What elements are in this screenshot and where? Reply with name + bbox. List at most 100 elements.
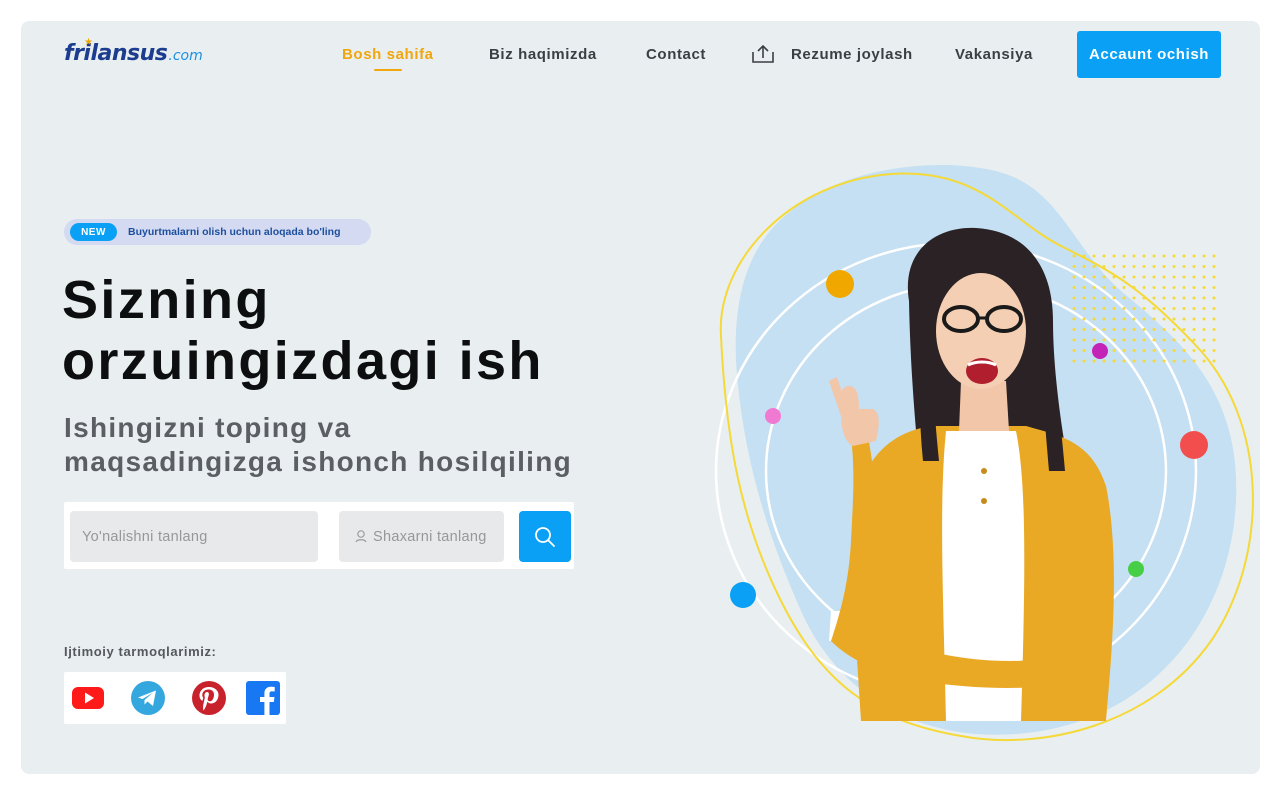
direction-select-input[interactable] (70, 511, 318, 562)
grid-dot (1152, 254, 1156, 258)
grid-dot (1112, 296, 1116, 300)
city-select-field[interactable] (339, 511, 504, 562)
grid-dot (1192, 317, 1196, 321)
main-nav: Bosh sahifa Biz haqimizda Contact Rezume… (21, 44, 1260, 71)
grid-dot (1102, 338, 1106, 342)
grid-dot (1122, 328, 1126, 331)
announcement-badge[interactable]: NEW Buyurtmalarni olish uchun aloqada bo… (64, 219, 371, 245)
grid-dot (1082, 307, 1086, 310)
grid-dot (1212, 359, 1216, 363)
grid-dot (1082, 286, 1086, 289)
nav-active-underline (374, 69, 402, 71)
grid-dot (1202, 275, 1206, 279)
hero-subheadline: Ishingizni toping va maqsadingizga ishon… (64, 411, 624, 479)
grid-dot (1112, 317, 1116, 321)
grid-dot (1102, 359, 1106, 363)
grid-dot (1202, 307, 1206, 310)
grid-dot (1202, 349, 1206, 352)
dot-orange (826, 270, 854, 298)
grid-dot (1082, 338, 1086, 342)
grid-dot (1112, 307, 1116, 310)
grid-dot (1162, 359, 1166, 363)
grid-dot (1102, 328, 1106, 331)
grid-dot (1172, 349, 1176, 352)
grid-dot (1132, 307, 1136, 310)
grid-dot (1152, 338, 1156, 342)
grid-dot (1112, 265, 1116, 268)
grid-dot (1112, 275, 1116, 279)
grid-dot (1182, 275, 1186, 279)
grid-dot (1102, 275, 1106, 279)
grid-dot (1162, 307, 1166, 310)
grid-dot (1172, 286, 1176, 289)
dot-blue (730, 582, 756, 608)
grid-dot (1182, 359, 1186, 363)
grid-dot (1092, 338, 1096, 342)
grid-dot (1132, 359, 1136, 363)
grid-dot (1122, 275, 1126, 279)
facebook-icon[interactable] (245, 680, 281, 716)
telegram-icon[interactable] (130, 680, 166, 716)
grid-dot (1202, 286, 1206, 289)
grid-dot (1212, 265, 1216, 268)
grid-dot (1182, 307, 1186, 310)
grid-dot (1132, 338, 1136, 342)
grid-dot (1162, 254, 1166, 258)
nav-item-resume[interactable]: Rezume joylash (791, 46, 913, 63)
dot-magenta (1092, 343, 1108, 359)
pinterest-icon[interactable] (191, 680, 227, 716)
grid-dot (1212, 275, 1216, 279)
grid-dot (1112, 349, 1116, 352)
headline-line-2: orzuingizdagi ish (62, 331, 544, 391)
grid-dot (1162, 349, 1166, 352)
grid-dot (1142, 286, 1146, 289)
grid-dot (1122, 286, 1126, 289)
grid-dot (1142, 265, 1146, 268)
create-account-button[interactable]: Accaunt ochish (1077, 31, 1221, 78)
grid-dot (1152, 317, 1156, 321)
grid-dot (1212, 328, 1216, 331)
grid-dot (1092, 275, 1096, 279)
grid-dot (1202, 317, 1206, 321)
grid-dot (1092, 254, 1096, 258)
grid-dot (1072, 275, 1076, 279)
grid-dot (1072, 254, 1076, 258)
grid-dot (1072, 349, 1076, 352)
grid-dot (1072, 359, 1076, 363)
grid-dot (1182, 328, 1186, 331)
grid-dot (1162, 338, 1166, 342)
nav-item-vacancy[interactable]: Vakansiya (955, 46, 1033, 63)
grid-dot (1092, 317, 1096, 321)
grid-dot (1212, 307, 1216, 310)
nav-item-home[interactable]: Bosh sahifa (342, 46, 434, 63)
grid-dot (1152, 275, 1156, 279)
city-select-input[interactable] (361, 511, 504, 562)
grid-dot (1182, 286, 1186, 289)
grid-dot (1142, 349, 1146, 352)
grid-dot (1092, 296, 1096, 300)
grid-dot (1142, 359, 1146, 363)
grid-dot (1082, 349, 1086, 352)
youtube-icon[interactable] (70, 680, 106, 716)
grid-dot (1122, 307, 1126, 310)
grid-dot (1072, 328, 1076, 331)
grid-dot (1102, 296, 1106, 300)
grid-dot (1182, 254, 1186, 258)
grid-dot (1202, 338, 1206, 342)
social-label: Ijtimoiy tarmoqlarimiz: (64, 644, 217, 659)
search-button[interactable] (519, 511, 571, 562)
grid-dot (1112, 254, 1116, 258)
dot-pink (765, 408, 781, 424)
grid-dot (1122, 349, 1126, 352)
grid-dot (1162, 317, 1166, 321)
grid-dot (1072, 338, 1076, 342)
grid-dot (1122, 265, 1126, 268)
hero-headline: Sizning orzuingizdagi ish (62, 270, 622, 392)
nav-item-about[interactable]: Biz haqimizda (489, 46, 597, 63)
grid-dot (1172, 328, 1176, 331)
grid-dot (1172, 307, 1176, 310)
grid-dot (1112, 338, 1116, 342)
grid-dot (1122, 254, 1126, 258)
nav-item-contact[interactable]: Contact (646, 46, 706, 63)
grid-dot (1072, 286, 1076, 289)
